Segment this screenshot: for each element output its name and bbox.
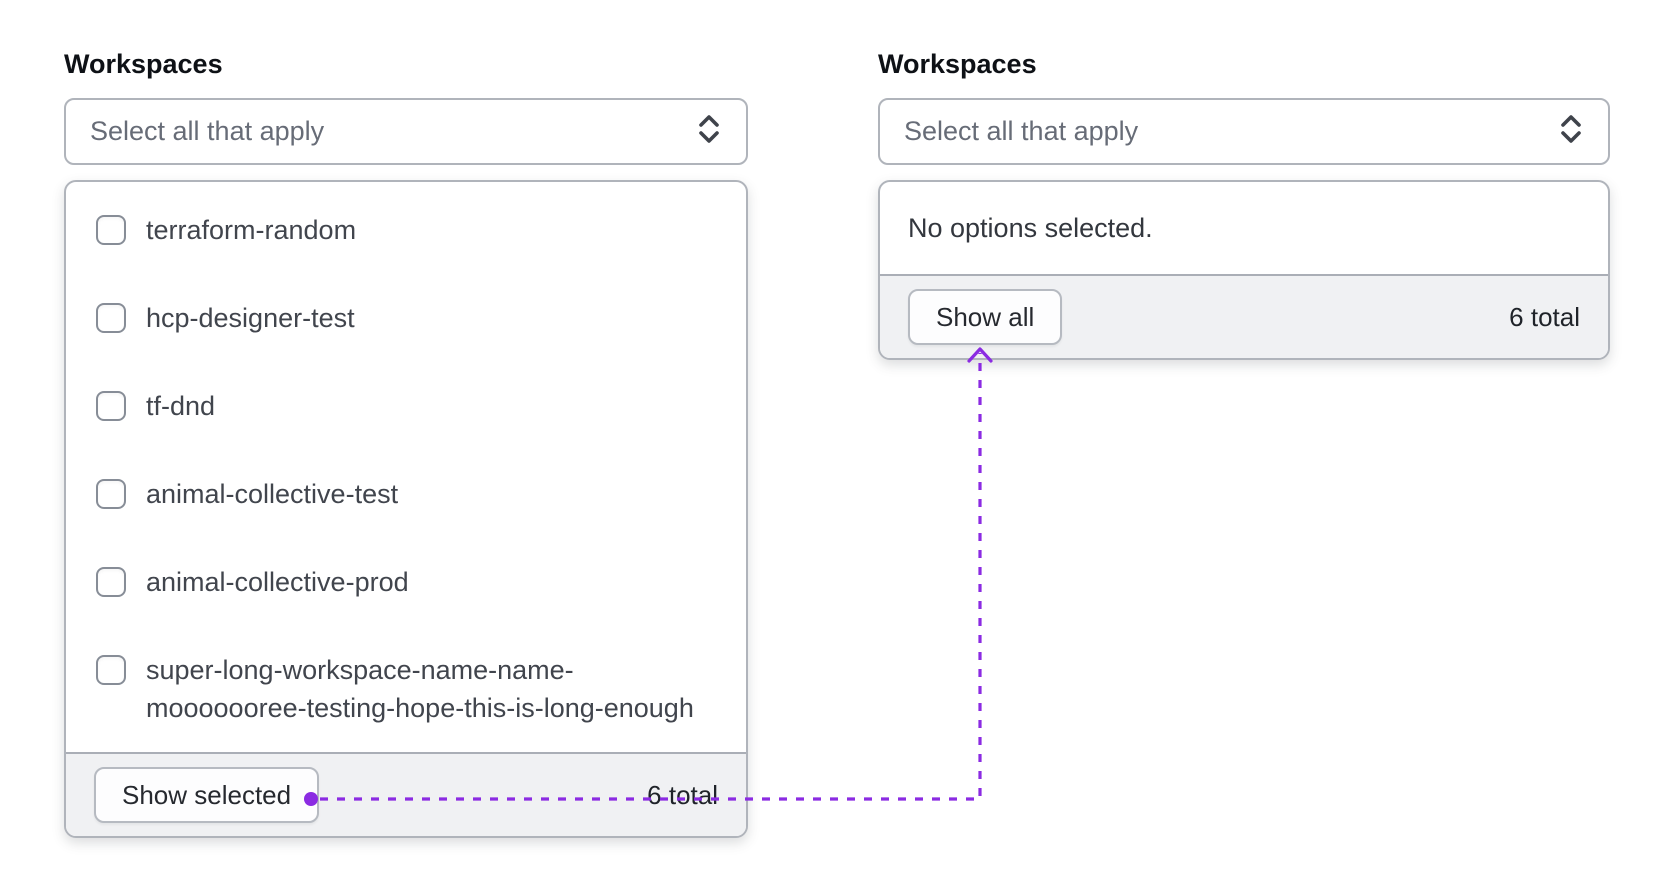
total-count: 6 total <box>647 779 718 810</box>
checkbox-icon[interactable] <box>96 655 126 685</box>
panel-footer: Show selected 6 total <box>66 752 746 836</box>
workspaces-options-panel: terraform-random hcp-designer-test tf-dn… <box>64 180 748 838</box>
option-super-long-workspace[interactable]: super-long-workspace-name-name- moooooor… <box>66 626 746 752</box>
option-label: animal-collective-prod <box>146 567 409 597</box>
select-placeholder: Select all that apply <box>90 116 325 146</box>
show-selected-button[interactable]: Show selected <box>94 767 320 823</box>
empty-message: No options selected. <box>908 213 1153 243</box>
option-label-line-1: super-long-workspace-name-name- <box>146 655 574 685</box>
workspaces-multiselect-left: Workspaces Select all that apply terrafo… <box>64 50 748 838</box>
option-label: tf-dnd <box>146 391 216 421</box>
option-animal-collective-test[interactable]: animal-collective-test <box>66 450 746 538</box>
unfold-icon <box>1558 113 1584 150</box>
option-tf-dnd[interactable]: tf-dnd <box>66 362 746 450</box>
workspaces-label: Workspaces <box>64 49 223 79</box>
option-hcp-designer-test[interactable]: hcp-designer-test <box>66 274 746 362</box>
checkbox-icon[interactable] <box>96 215 126 245</box>
option-label-line-2: mooooooree-testing-hope-this-is-long-eno… <box>146 693 694 723</box>
workspaces-label: Workspaces <box>878 49 1037 79</box>
option-terraform-random[interactable]: terraform-random <box>66 186 746 274</box>
checkbox-icon[interactable] <box>96 479 126 509</box>
option-label: terraform-random <box>146 215 357 245</box>
option-label: animal-collective-test <box>146 479 399 509</box>
option-animal-collective-prod[interactable]: animal-collective-prod <box>66 538 746 626</box>
total-count: 6 total <box>1509 301 1580 332</box>
option-list: terraform-random hcp-designer-test tf-dn… <box>66 182 746 752</box>
workspaces-select-trigger[interactable]: Select all that apply <box>878 98 1610 165</box>
option-label: super-long-workspace-name-name- moooooor… <box>146 651 694 727</box>
unfold-icon <box>696 113 722 150</box>
show-all-button[interactable]: Show all <box>908 289 1063 345</box>
checkbox-icon[interactable] <box>96 303 126 333</box>
workspaces-select-trigger[interactable]: Select all that apply <box>64 98 748 165</box>
select-placeholder: Select all that apply <box>904 116 1139 146</box>
checkbox-icon[interactable] <box>96 567 126 597</box>
workspaces-multiselect-right: Workspaces Select all that apply No opti… <box>878 50 1610 360</box>
checkbox-icon[interactable] <box>96 391 126 421</box>
option-label: hcp-designer-test <box>146 303 355 333</box>
workspaces-selected-panel: No options selected. Show all 6 total <box>878 180 1610 360</box>
panel-footer: Show all 6 total <box>880 274 1608 358</box>
